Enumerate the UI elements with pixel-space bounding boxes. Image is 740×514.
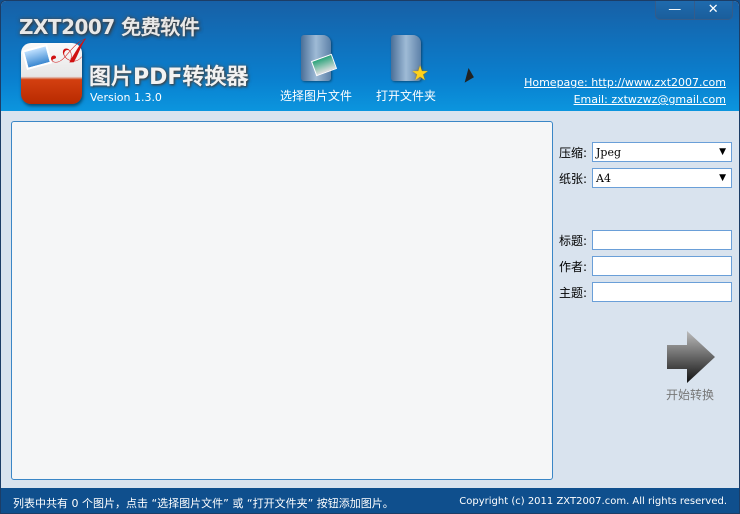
app-title: 图片PDF转换器 <box>89 65 249 90</box>
start-convert-button[interactable]: 开始转换 <box>663 331 717 403</box>
email-link[interactable]: Email: zxtwzwz@gmail.com <box>524 91 726 108</box>
paper-select[interactable]: A4 ▼ <box>592 168 732 188</box>
clear-brush-icon[interactable]: ◢ <box>458 65 475 84</box>
paper-value: A4 <box>596 171 611 185</box>
chevron-down-icon: ▼ <box>719 147 726 157</box>
open-folder-button[interactable]: ★ 打开文件夹 <box>376 35 436 104</box>
author-label: 作者: <box>559 259 588 274</box>
subject-input[interactable] <box>592 282 732 302</box>
app-logo-icon: 𝒜 <box>21 31 83 104</box>
author-input[interactable] <box>592 256 732 276</box>
compress-label: 压缩: <box>559 145 588 160</box>
select-images-button[interactable]: 选择图片文件 <box>280 35 352 104</box>
header: ZXT2007 免费软件 𝒜 图片PDF转换器 Version 1.3.0 选择… <box>1 1 739 111</box>
version-label: Version 1.3.0 <box>90 91 162 104</box>
open-folder-label: 打开文件夹 <box>376 89 437 103</box>
close-button[interactable]: ✕ <box>695 1 733 19</box>
image-list[interactable] <box>11 121 553 480</box>
window-controls: — ✕ <box>655 1 733 20</box>
title-label: 标题: <box>559 233 588 248</box>
image-folder-icon <box>301 35 338 81</box>
brand-title: ZXT2007 免费软件 <box>19 15 200 39</box>
compress-select[interactable]: Jpeg ▼ <box>592 142 732 162</box>
homepage-link[interactable]: Homepage: http://www.zxt2007.com <box>524 74 726 91</box>
folder-star-icon: ★ <box>391 35 429 85</box>
status-message: 列表中共有 0 个图片，点击 “选择图片文件” 或 “打开文件夹” 按钮添加图片… <box>13 497 394 510</box>
status-bar: 列表中共有 0 个图片，点击 “选择图片文件” 或 “打开文件夹” 按钮添加图片… <box>1 488 739 513</box>
compress-row: 压缩: Jpeg ▼ <box>559 142 732 162</box>
chevron-down-icon: ▼ <box>719 173 726 183</box>
compress-value: Jpeg <box>596 145 622 159</box>
subject-label: 主题: <box>559 285 588 300</box>
minimize-button[interactable]: — <box>656 1 695 19</box>
start-convert-label: 开始转换 <box>665 388 714 402</box>
paper-row: 纸张: A4 ▼ <box>559 168 732 188</box>
app-window: ZXT2007 免费软件 𝒜 图片PDF转换器 Version 1.3.0 选择… <box>0 0 740 514</box>
copyright: Copyright (c) 2011 ZXT2007.com. All righ… <box>459 496 727 507</box>
paper-label: 纸张: <box>559 171 588 186</box>
arrow-right-icon <box>667 331 715 383</box>
select-images-label: 选择图片文件 <box>280 89 353 103</box>
title-input[interactable] <box>592 230 732 250</box>
